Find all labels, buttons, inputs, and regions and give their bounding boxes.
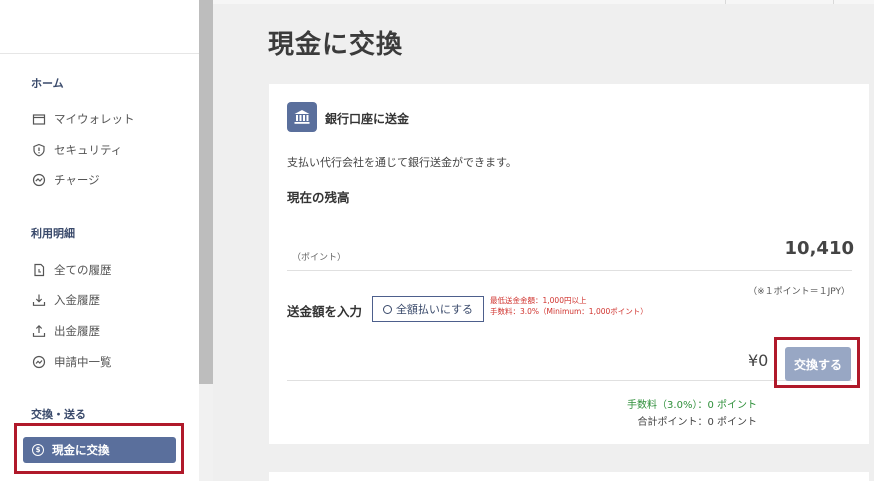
top-bar: [213, 0, 874, 4]
scrollbar-thumb[interactable]: [199, 0, 213, 384]
sidebar-item-charge[interactable]: チャージ: [32, 172, 100, 188]
balance-value: 10,410: [784, 238, 854, 259]
sidebar-scrollbar[interactable]: [199, 0, 213, 481]
min-transfer-note: 最低送金金額：1,000円以上: [490, 296, 587, 305]
sidebar-item-deposit-history[interactable]: 入金履歴: [32, 292, 100, 308]
total-points-summary: 合計ポイント：0 ポイント: [637, 417, 757, 428]
rate-note: （※１ポイント＝１JPY）: [748, 287, 850, 297]
bank-transfer-card: [269, 84, 869, 444]
charge-icon: [32, 173, 46, 187]
download-icon: [32, 293, 46, 307]
limit-notes: 最低送金金額：1,000円以上 手数料：3.0%（Minimum：1,000ポイ…: [490, 295, 648, 317]
amount-label: 送金額を入力: [287, 304, 363, 319]
sidebar-item-my-wallet[interactable]: マイウォレット: [32, 111, 135, 127]
sidebar-item-label: 現金に交換: [52, 443, 110, 457]
upload-icon: [32, 324, 46, 338]
sidebar-item-label: 全ての履歴: [54, 263, 112, 277]
sidebar-item-all-history[interactable]: 全ての履歴: [32, 262, 112, 278]
fee-rate-note: 手数料：3.0%（Minimum：1,000ポイント）: [490, 307, 648, 316]
fee-summary: 手数料（3.0%）：0 ポイント: [627, 400, 757, 411]
coin-icon: $: [32, 444, 44, 456]
sidebar-item-label: 入金履歴: [54, 293, 100, 307]
page-title: 現金に交換: [268, 30, 404, 60]
radio-icon: [382, 304, 392, 314]
sidebar-item-pending-list[interactable]: 申請中一覧: [32, 354, 112, 370]
amount-input[interactable]: ¥0: [748, 351, 768, 370]
sidebar: [0, 0, 199, 481]
bank-icon: [287, 102, 317, 132]
sidebar-item-label: 申請中一覧: [54, 355, 112, 369]
balance-title: 現在の残高: [287, 190, 350, 205]
next-card: [269, 472, 869, 481]
sidebar-item-withdrawal-history[interactable]: 出金履歴: [32, 323, 100, 339]
full-payment-button[interactable]: 全額払いにする: [372, 296, 484, 322]
sidebar-header: [0, 0, 199, 54]
wallet-icon: [32, 112, 46, 126]
document-icon: [32, 263, 46, 277]
full-payment-label: 全額払いにする: [395, 303, 474, 316]
section-title-exchange: 交換・送る: [31, 408, 86, 421]
divider: [287, 270, 852, 271]
points-unit-label: （ポイント）: [292, 253, 347, 263]
sidebar-item-label: セキュリティ: [54, 143, 123, 157]
sidebar-item-label: チャージ: [54, 173, 100, 187]
sidebar-item-label: マイウォレット: [54, 112, 135, 126]
exchange-button[interactable]: 交換する: [785, 347, 851, 381]
pending-icon: [32, 355, 46, 369]
sidebar-item-label: 出金履歴: [54, 324, 100, 338]
divider: [287, 380, 852, 381]
sidebar-item-exchange-cash[interactable]: $ 現金に交換: [23, 437, 176, 463]
section-title-home: ホーム: [31, 77, 64, 90]
card-title: 銀行口座に送金: [325, 112, 410, 126]
card-description: 支払い代行会社を通じて銀行送金ができます。: [287, 156, 517, 169]
sidebar-item-security[interactable]: セキュリティ: [32, 142, 122, 158]
shield-icon: [32, 143, 46, 157]
section-title-statements: 利用明細: [31, 227, 75, 240]
